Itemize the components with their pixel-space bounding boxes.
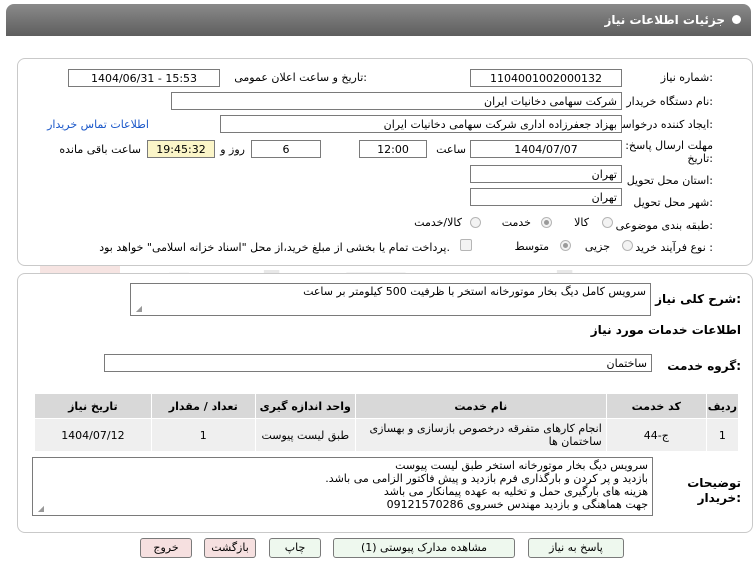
category-goods-label: کالا [574,216,589,229]
time-remaining-field: 19:45:32 [147,140,215,158]
buyer-field: شرکت سهامی دخانیات ایران [171,92,622,110]
resize-handle-icon[interactable]: ◢ [134,305,142,313]
services-table: ردیف کد خدمت نام خدمت واحد اندازه گیری ت… [34,393,740,452]
deadline-time-field: 12:00 [359,140,427,158]
days-label: روز و [220,143,245,156]
col-code: کد خدمت [605,393,707,419]
service-group-label: گروه خدمت: [667,359,741,373]
col-row: ردیف [705,393,740,419]
summary-label: شرح کلی نیاز: [655,292,741,306]
process-type-label: نوع فرآیند خرید : [635,241,713,254]
reply-button[interactable]: پاسخ به نیاز [528,538,624,558]
summary-text: سرویس کامل دیگ بخار موتورخانه استخر با ظ… [303,285,646,298]
table-row: 1 ج-44 انجام کارهای متفرقه درخصوص بازساز… [34,418,740,452]
time-remaining-label: ساعت باقی مانده [59,143,141,156]
city-field: تهران [470,188,622,206]
category-goods-service-radio[interactable] [470,217,481,228]
cell-row: 1 [705,418,740,452]
col-date: تاریخ نیاز [34,393,152,419]
back-button[interactable]: بازگشت [204,538,256,558]
deadline-date-field: 1404/07/07 [470,140,622,158]
buyer-notes-label-2: خریدار: [697,491,741,505]
cell-name: انجام کارهای متفرقه درخصوص بازسازی و بهس… [354,418,607,452]
province-label: استان محل تحویل: [626,174,713,187]
creator-field: بهزاد جعفرزاده اداری شرکت سهامی دخانیات … [220,115,622,133]
service-group-field: ساختمان [104,354,652,372]
page-title: جزئیات اطلاعات نیاز [604,13,725,27]
buyer-contact-link[interactable]: اطلاعات تماس خریدار [47,118,149,131]
province-field: تهران [470,165,622,183]
page-header: جزئیات اطلاعات نیاز [6,4,751,36]
resize-handle-icon[interactable]: ◢ [36,505,44,513]
services-section-title: اطلاعات خدمات مورد نیاز [590,323,741,337]
notes-line: بازدید و پر کردن و بارگذاری فرم بازدید و… [325,472,648,485]
buyer-label: نام دستگاه خریدار: [626,95,713,108]
cell-code: ج-44 [605,418,707,452]
announce-label: تاریخ و ساعت اعلان عمومی: [234,71,367,84]
buyer-notes-textarea: سرویس دیگ بخار موتورخانه استخر طبق لیست … [32,457,653,516]
notes-line: هزینه های بارگیری حمل و تخلیه به عهده پی… [383,485,648,498]
treasury-payment-note: پرداخت تمام یا بخشی از مبلغ خرید،از محل … [99,241,450,254]
category-service-label: خدمت [501,216,531,229]
process-medium-label: متوسط [514,240,549,253]
category-goods-service-label: کالا/خدمت [414,216,462,229]
table-header-row: ردیف کد خدمت نام خدمت واحد اندازه گیری ت… [34,393,740,419]
notes-line: سرویس دیگ بخار موتورخانه استخر طبق لیست … [395,459,648,472]
cell-date: 1404/07/12 [34,418,152,452]
category-goods-radio[interactable] [602,217,613,228]
creator-label: ایجاد کننده درخواست: [611,118,713,131]
cell-unit: طبق لیست پیوست [254,418,356,452]
need-number-label: شماره نیاز: [660,71,713,84]
col-qty: تعداد / مقدار [150,393,256,419]
process-minor-label: جزیی [584,240,610,253]
exit-button[interactable]: خروج [140,538,192,558]
notes-line: جهت هماهنگی و بازدید مهندس خسروی 0912157… [386,498,648,511]
cell-qty: 1 [150,418,256,452]
view-attachments-button[interactable]: مشاهده مدارک پیوستی (1) [333,538,515,558]
header-bullet-icon [732,15,741,24]
process-medium-radio[interactable] [560,240,571,251]
treasury-payment-checkbox[interactable] [460,239,472,251]
buyer-notes-label: توضیحات [687,476,741,490]
need-number-field: 1104001002000132 [470,69,622,87]
need-info-panel [17,58,753,266]
print-button[interactable]: چاپ [269,538,321,558]
days-remaining-field: 6 [251,140,321,158]
announce-datetime-field: 1404/06/31 - 15:53 [68,69,220,87]
deadline-date-label: تاریخ: [687,152,713,165]
category-service-radio[interactable] [541,217,552,228]
category-label: طبقه بندی موضوعی: [615,219,713,232]
deadline-time-label: ساعت [436,143,466,156]
summary-textarea: سرویس کامل دیگ بخار موتورخانه استخر با ظ… [130,283,651,316]
deadline-label: مهلت ارسال پاسخ: تا [615,139,713,152]
col-name: نام خدمت [354,393,607,419]
process-minor-radio[interactable] [622,240,633,251]
city-label: شهر محل تحویل: [633,196,713,209]
col-unit: واحد اندازه گیری [254,393,356,419]
